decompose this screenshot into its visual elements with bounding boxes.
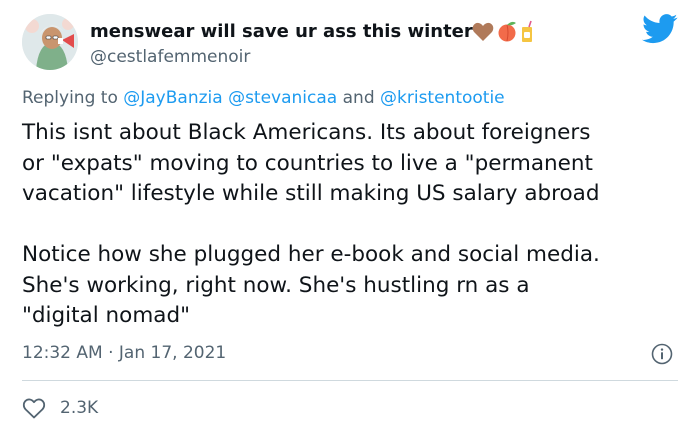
replying-to-prefix: Replying to xyxy=(22,88,118,108)
juice-box-icon xyxy=(522,20,532,42)
timestamp[interactable]: 12:32 AM · Jan 17, 2021 xyxy=(22,343,226,363)
heart-icon xyxy=(22,398,46,419)
like-button[interactable]: 2.3K xyxy=(22,395,98,421)
mention-link[interactable]: @JayBanzia xyxy=(123,88,222,108)
handle[interactable]: @cestlafemmenoir xyxy=(90,47,250,67)
tweet-line: Notice how she plugged her e-book and so… xyxy=(22,242,600,267)
divider xyxy=(22,380,678,381)
replying-to-joiner: and xyxy=(342,88,375,108)
info-icon[interactable] xyxy=(651,343,673,365)
peach-icon xyxy=(498,21,516,42)
display-name[interactable]: menswear will save ur ass this winter xyxy=(90,21,473,42)
like-count: 2.3K xyxy=(60,398,99,418)
mention-link[interactable]: @kristentootie xyxy=(380,88,505,108)
brown-heart-icon xyxy=(472,22,494,41)
name-emojis xyxy=(472,20,532,42)
avatar[interactable] xyxy=(22,14,78,70)
tweet-line: She's working, right now. She's hustling… xyxy=(22,272,530,298)
tweet-line: This isnt about Black Americans. Its abo… xyxy=(22,120,591,145)
replying-to: Replying to @JayBanzia @stevanicaa and @… xyxy=(22,88,505,108)
twitter-bird-icon xyxy=(642,14,678,44)
tweet-line: or "expats" moving to countries to live … xyxy=(22,150,593,176)
tweet-text: This isnt about Black Americans. Its abo… xyxy=(22,118,692,332)
avatar-image xyxy=(22,14,78,70)
tweet-line: "digital nomad" xyxy=(22,303,190,328)
tweet-line: vacation" lifestyle while still making U… xyxy=(22,181,600,206)
mention-link[interactable]: @stevanicaa xyxy=(228,88,337,108)
